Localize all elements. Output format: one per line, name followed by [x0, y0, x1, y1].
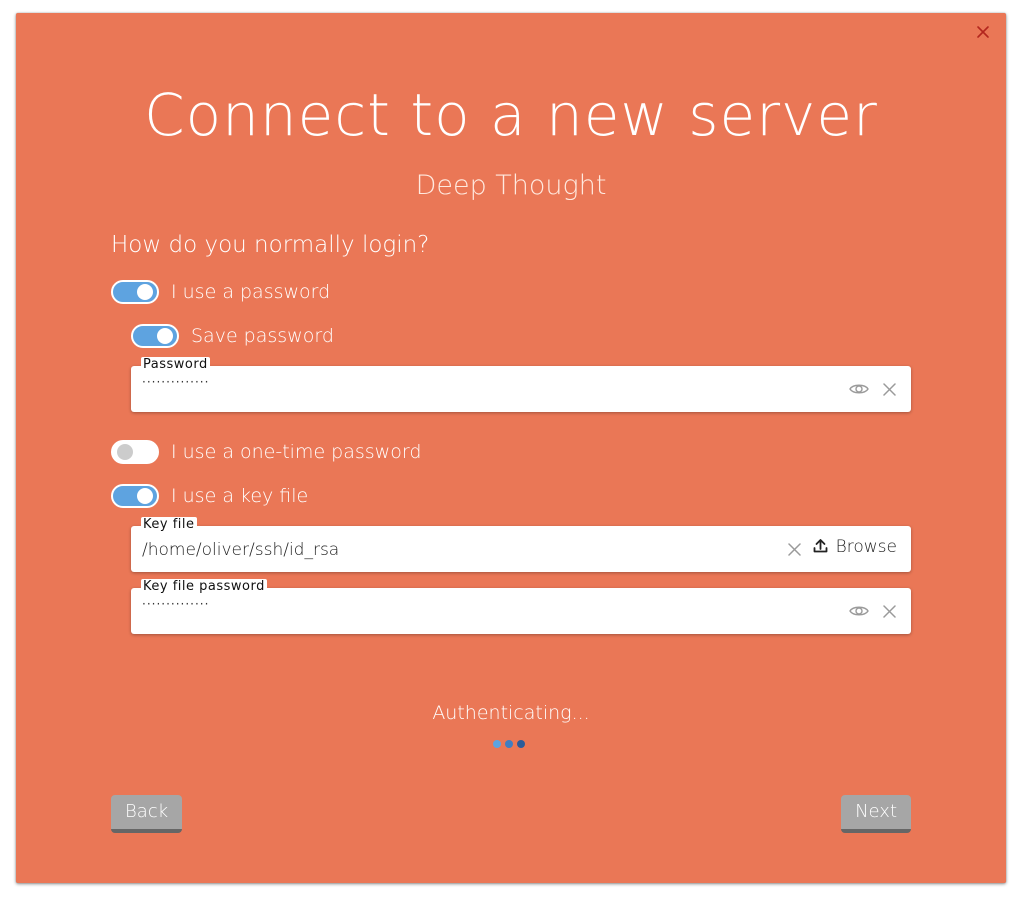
password-value[interactable]: ·············· [142, 376, 209, 388]
loading-indicator [493, 740, 529, 748]
password-field-label: Password [141, 357, 210, 373]
upload-icon [813, 538, 828, 557]
use-password-label: I use a password [171, 281, 331, 303]
back-button[interactable]: Back [111, 795, 183, 833]
loading-dot [493, 740, 501, 748]
use-otp-label: I use a one-time password [171, 441, 422, 463]
login-question: How do you normally login? [111, 232, 430, 258]
clear-icon[interactable] [878, 600, 900, 622]
use-key-file-toggle[interactable] [111, 484, 159, 508]
close-icon[interactable] [972, 21, 994, 43]
use-otp-row: I use a one-time password [111, 437, 421, 467]
browse-button[interactable]: Browse [813, 537, 897, 557]
server-name: Deep Thought [415, 170, 607, 201]
key-file-path[interactable]: /home/oliver/ssh/id_rsa [142, 539, 339, 561]
next-button[interactable]: Next [841, 795, 911, 833]
key-file-field[interactable]: Key file /home/oliver/ssh/id_rsa Browse [131, 517, 911, 572]
use-key-file-label: I use a key file [171, 485, 309, 507]
key-file-field-label: Key file [141, 517, 197, 533]
status-text: Authenticating... [432, 702, 590, 724]
loading-dot [505, 740, 513, 748]
clear-icon[interactable] [878, 378, 900, 400]
eye-icon[interactable] [848, 378, 870, 400]
use-key-file-row: I use a key file [111, 481, 308, 511]
use-password-toggle[interactable] [111, 280, 159, 304]
use-password-row: I use a password [111, 277, 330, 307]
browse-label: Browse [835, 537, 897, 557]
clear-icon[interactable] [783, 538, 805, 560]
key-file-password-label: Key file password [141, 579, 267, 595]
save-password-row: Save password [131, 321, 334, 351]
dialog-title: Connect to a new server [144, 81, 878, 149]
key-file-password-value[interactable]: ·············· [142, 598, 209, 610]
save-password-label: Save password [191, 325, 334, 347]
loading-dot [517, 740, 525, 748]
use-otp-toggle[interactable] [111, 440, 159, 464]
save-password-toggle[interactable] [131, 324, 179, 348]
connect-dialog: Connect to a new server Deep Thought How… [16, 13, 1006, 883]
key-file-password-field[interactable]: Key file password ·············· [131, 579, 911, 634]
password-field[interactable]: Password ·············· [131, 357, 911, 412]
eye-icon[interactable] [848, 600, 870, 622]
